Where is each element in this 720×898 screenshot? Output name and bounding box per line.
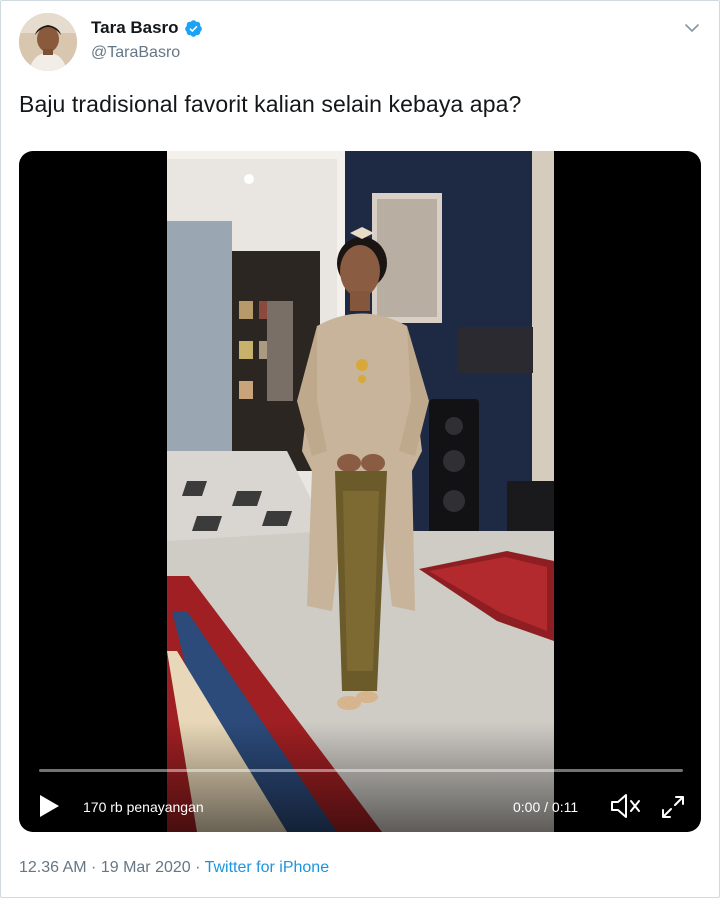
tweet-source-link[interactable]: Twitter for iPhone: [205, 859, 330, 876]
view-count: 170 rb penayangan: [83, 799, 204, 815]
verified-badge-icon: [184, 19, 202, 37]
tweet-card: Tara Basro @TaraBasro Baju tradisional f…: [0, 0, 720, 898]
volume-icon[interactable]: [609, 791, 643, 821]
author-handle[interactable]: @TaraBasro: [91, 44, 180, 62]
author-name-row: Tara Basro: [91, 18, 203, 38]
play-icon[interactable]: [37, 793, 61, 819]
video-player[interactable]: 170 rb penayangan 0:00 / 0:11: [19, 151, 701, 832]
tweet-text: Baju tradisional favorit kalian selain k…: [19, 91, 522, 117]
avatar[interactable]: [19, 13, 77, 71]
video-progress-bar[interactable]: [39, 769, 683, 772]
author-name[interactable]: Tara Basro: [91, 18, 179, 38]
video-time: 0:00 / 0:11: [513, 799, 579, 815]
tweet-meta: 12.36 AM · 19 Mar 2020 · Twitter for iPh…: [19, 859, 329, 877]
fullscreen-icon[interactable]: [659, 793, 687, 821]
chevron-down-icon[interactable]: [683, 19, 701, 37]
avatar-image: [19, 13, 77, 71]
tweet-timestamp[interactable]: 12.36 AM · 19 Mar 2020 ·: [19, 859, 205, 876]
controls-overlay: [19, 722, 701, 832]
